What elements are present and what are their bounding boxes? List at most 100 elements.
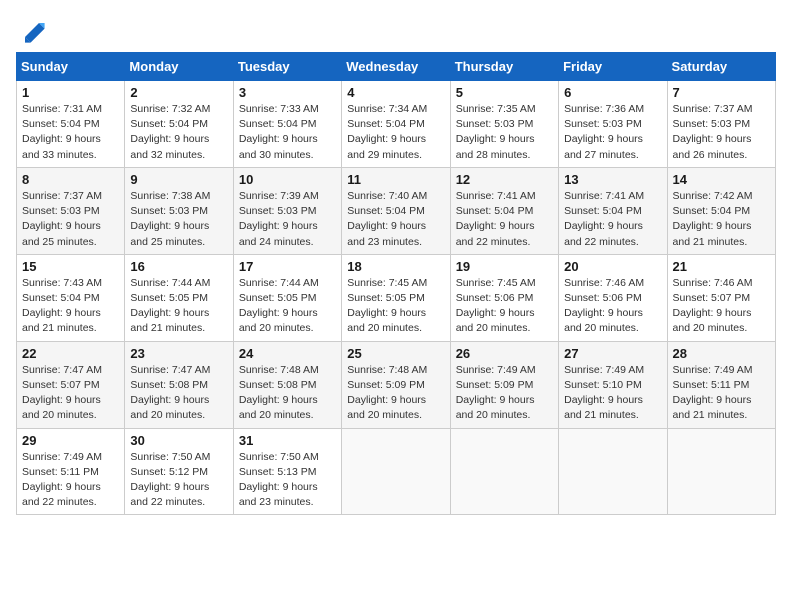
calendar-day-30: 30 Sunrise: 7:50 AM Sunset: 5:12 PM Dayl… xyxy=(125,428,233,515)
day-number: 26 xyxy=(456,346,553,361)
calendar-day-17: 17 Sunrise: 7:44 AM Sunset: 5:05 PM Dayl… xyxy=(233,254,341,341)
day-number: 28 xyxy=(673,346,770,361)
calendar-day-25: 25 Sunrise: 7:48 AM Sunset: 5:09 PM Dayl… xyxy=(342,341,450,428)
empty-cell xyxy=(450,428,558,515)
calendar-day-18: 18 Sunrise: 7:45 AM Sunset: 5:05 PM Dayl… xyxy=(342,254,450,341)
day-number: 7 xyxy=(673,85,770,100)
day-info: Sunrise: 7:48 AM Sunset: 5:08 PM Dayligh… xyxy=(239,363,336,424)
day-info: Sunrise: 7:33 AM Sunset: 5:04 PM Dayligh… xyxy=(239,102,336,163)
day-number: 13 xyxy=(564,172,661,187)
day-number: 9 xyxy=(130,172,227,187)
empty-cell xyxy=(342,428,450,515)
calendar-day-3: 3 Sunrise: 7:33 AM Sunset: 5:04 PM Dayli… xyxy=(233,81,341,168)
weekday-header-wednesday: Wednesday xyxy=(342,53,450,81)
calendar-week-2: 8 Sunrise: 7:37 AM Sunset: 5:03 PM Dayli… xyxy=(17,167,776,254)
weekday-header-monday: Monday xyxy=(125,53,233,81)
day-info: Sunrise: 7:41 AM Sunset: 5:04 PM Dayligh… xyxy=(564,189,661,250)
day-number: 10 xyxy=(239,172,336,187)
calendar-day-28: 28 Sunrise: 7:49 AM Sunset: 5:11 PM Dayl… xyxy=(667,341,775,428)
page-header xyxy=(16,16,776,44)
calendar-day-14: 14 Sunrise: 7:42 AM Sunset: 5:04 PM Dayl… xyxy=(667,167,775,254)
day-info: Sunrise: 7:50 AM Sunset: 5:12 PM Dayligh… xyxy=(130,450,227,511)
calendar-day-2: 2 Sunrise: 7:32 AM Sunset: 5:04 PM Dayli… xyxy=(125,81,233,168)
day-info: Sunrise: 7:41 AM Sunset: 5:04 PM Dayligh… xyxy=(456,189,553,250)
calendar-day-27: 27 Sunrise: 7:49 AM Sunset: 5:10 PM Dayl… xyxy=(559,341,667,428)
calendar-day-19: 19 Sunrise: 7:45 AM Sunset: 5:06 PM Dayl… xyxy=(450,254,558,341)
calendar-day-29: 29 Sunrise: 7:49 AM Sunset: 5:11 PM Dayl… xyxy=(17,428,125,515)
calendar-day-12: 12 Sunrise: 7:41 AM Sunset: 5:04 PM Dayl… xyxy=(450,167,558,254)
day-number: 25 xyxy=(347,346,444,361)
empty-cell xyxy=(559,428,667,515)
calendar-week-1: 1 Sunrise: 7:31 AM Sunset: 5:04 PM Dayli… xyxy=(17,81,776,168)
day-info: Sunrise: 7:46 AM Sunset: 5:06 PM Dayligh… xyxy=(564,276,661,337)
calendar-week-4: 22 Sunrise: 7:47 AM Sunset: 5:07 PM Dayl… xyxy=(17,341,776,428)
day-info: Sunrise: 7:45 AM Sunset: 5:06 PM Dayligh… xyxy=(456,276,553,337)
day-info: Sunrise: 7:49 AM Sunset: 5:11 PM Dayligh… xyxy=(22,450,119,511)
day-number: 11 xyxy=(347,172,444,187)
calendar-table: SundayMondayTuesdayWednesdayThursdayFrid… xyxy=(16,52,776,515)
calendar-day-15: 15 Sunrise: 7:43 AM Sunset: 5:04 PM Dayl… xyxy=(17,254,125,341)
day-number: 16 xyxy=(130,259,227,274)
day-info: Sunrise: 7:49 AM Sunset: 5:10 PM Dayligh… xyxy=(564,363,661,424)
day-info: Sunrise: 7:49 AM Sunset: 5:09 PM Dayligh… xyxy=(456,363,553,424)
day-number: 29 xyxy=(22,433,119,448)
empty-cell xyxy=(667,428,775,515)
day-info: Sunrise: 7:37 AM Sunset: 5:03 PM Dayligh… xyxy=(673,102,770,163)
day-number: 12 xyxy=(456,172,553,187)
calendar-week-5: 29 Sunrise: 7:49 AM Sunset: 5:11 PM Dayl… xyxy=(17,428,776,515)
calendar-day-23: 23 Sunrise: 7:47 AM Sunset: 5:08 PM Dayl… xyxy=(125,341,233,428)
day-number: 30 xyxy=(130,433,227,448)
day-info: Sunrise: 7:37 AM Sunset: 5:03 PM Dayligh… xyxy=(22,189,119,250)
logo-icon xyxy=(18,16,46,44)
day-number: 3 xyxy=(239,85,336,100)
day-info: Sunrise: 7:40 AM Sunset: 5:04 PM Dayligh… xyxy=(347,189,444,250)
calendar-day-4: 4 Sunrise: 7:34 AM Sunset: 5:04 PM Dayli… xyxy=(342,81,450,168)
weekday-header-tuesday: Tuesday xyxy=(233,53,341,81)
day-info: Sunrise: 7:47 AM Sunset: 5:07 PM Dayligh… xyxy=(22,363,119,424)
day-number: 22 xyxy=(22,346,119,361)
calendar-day-10: 10 Sunrise: 7:39 AM Sunset: 5:03 PM Dayl… xyxy=(233,167,341,254)
calendar-day-21: 21 Sunrise: 7:46 AM Sunset: 5:07 PM Dayl… xyxy=(667,254,775,341)
day-info: Sunrise: 7:35 AM Sunset: 5:03 PM Dayligh… xyxy=(456,102,553,163)
day-info: Sunrise: 7:44 AM Sunset: 5:05 PM Dayligh… xyxy=(130,276,227,337)
day-info: Sunrise: 7:49 AM Sunset: 5:11 PM Dayligh… xyxy=(673,363,770,424)
day-info: Sunrise: 7:34 AM Sunset: 5:04 PM Dayligh… xyxy=(347,102,444,163)
calendar-day-24: 24 Sunrise: 7:48 AM Sunset: 5:08 PM Dayl… xyxy=(233,341,341,428)
calendar-day-20: 20 Sunrise: 7:46 AM Sunset: 5:06 PM Dayl… xyxy=(559,254,667,341)
day-info: Sunrise: 7:32 AM Sunset: 5:04 PM Dayligh… xyxy=(130,102,227,163)
calendar-day-11: 11 Sunrise: 7:40 AM Sunset: 5:04 PM Dayl… xyxy=(342,167,450,254)
calendar-day-8: 8 Sunrise: 7:37 AM Sunset: 5:03 PM Dayli… xyxy=(17,167,125,254)
day-info: Sunrise: 7:31 AM Sunset: 5:04 PM Dayligh… xyxy=(22,102,119,163)
calendar-day-7: 7 Sunrise: 7:37 AM Sunset: 5:03 PM Dayli… xyxy=(667,81,775,168)
weekday-header-friday: Friday xyxy=(559,53,667,81)
day-info: Sunrise: 7:44 AM Sunset: 5:05 PM Dayligh… xyxy=(239,276,336,337)
calendar-day-22: 22 Sunrise: 7:47 AM Sunset: 5:07 PM Dayl… xyxy=(17,341,125,428)
day-number: 24 xyxy=(239,346,336,361)
calendar-day-5: 5 Sunrise: 7:35 AM Sunset: 5:03 PM Dayli… xyxy=(450,81,558,168)
day-info: Sunrise: 7:50 AM Sunset: 5:13 PM Dayligh… xyxy=(239,450,336,511)
day-info: Sunrise: 7:48 AM Sunset: 5:09 PM Dayligh… xyxy=(347,363,444,424)
weekday-header-thursday: Thursday xyxy=(450,53,558,81)
day-number: 31 xyxy=(239,433,336,448)
day-number: 17 xyxy=(239,259,336,274)
logo xyxy=(16,16,46,44)
day-info: Sunrise: 7:46 AM Sunset: 5:07 PM Dayligh… xyxy=(673,276,770,337)
calendar-week-3: 15 Sunrise: 7:43 AM Sunset: 5:04 PM Dayl… xyxy=(17,254,776,341)
day-info: Sunrise: 7:47 AM Sunset: 5:08 PM Dayligh… xyxy=(130,363,227,424)
day-number: 4 xyxy=(347,85,444,100)
day-number: 8 xyxy=(22,172,119,187)
day-number: 14 xyxy=(673,172,770,187)
day-number: 19 xyxy=(456,259,553,274)
calendar-day-1: 1 Sunrise: 7:31 AM Sunset: 5:04 PM Dayli… xyxy=(17,81,125,168)
day-number: 2 xyxy=(130,85,227,100)
day-number: 27 xyxy=(564,346,661,361)
weekday-header-sunday: Sunday xyxy=(17,53,125,81)
day-number: 18 xyxy=(347,259,444,274)
calendar-day-26: 26 Sunrise: 7:49 AM Sunset: 5:09 PM Dayl… xyxy=(450,341,558,428)
day-number: 20 xyxy=(564,259,661,274)
day-info: Sunrise: 7:42 AM Sunset: 5:04 PM Dayligh… xyxy=(673,189,770,250)
calendar-day-6: 6 Sunrise: 7:36 AM Sunset: 5:03 PM Dayli… xyxy=(559,81,667,168)
calendar-day-13: 13 Sunrise: 7:41 AM Sunset: 5:04 PM Dayl… xyxy=(559,167,667,254)
weekday-header-row: SundayMondayTuesdayWednesdayThursdayFrid… xyxy=(17,53,776,81)
day-info: Sunrise: 7:45 AM Sunset: 5:05 PM Dayligh… xyxy=(347,276,444,337)
